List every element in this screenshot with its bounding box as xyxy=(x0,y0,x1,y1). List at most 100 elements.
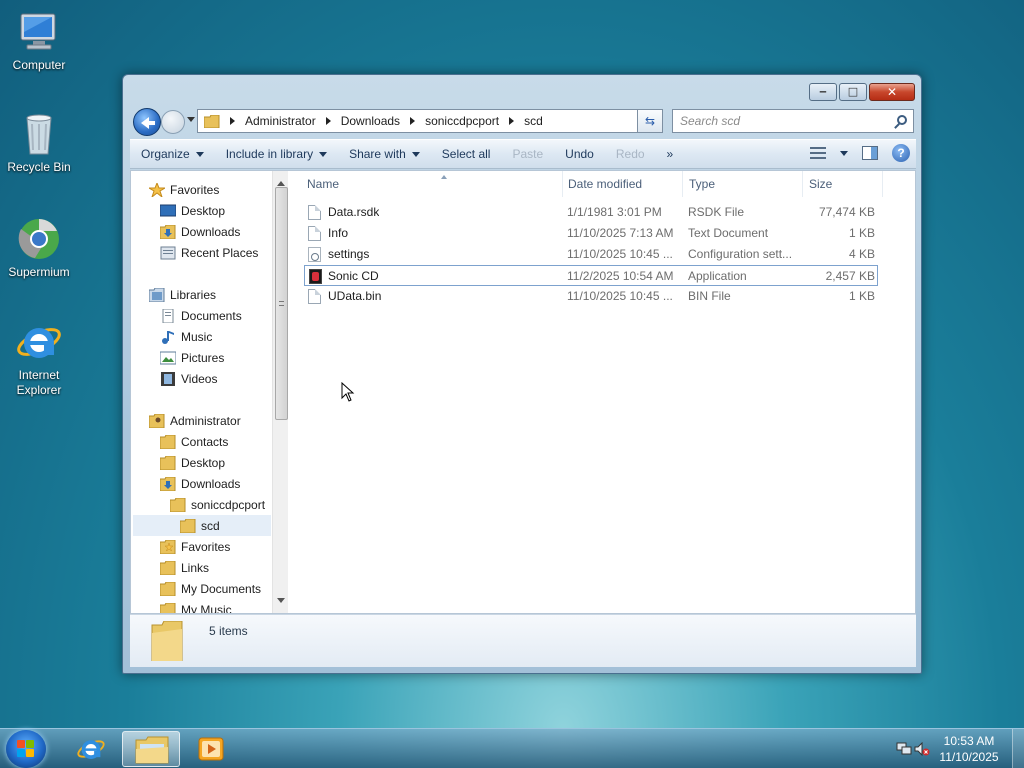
supermium-icon xyxy=(15,215,63,263)
computer-icon xyxy=(15,8,63,56)
forward-button[interactable] xyxy=(161,110,185,134)
nav-item-soniccdpcport[interactable]: soniccdpcport xyxy=(169,494,265,515)
breadcrumb-label[interactable]: Downloads xyxy=(341,114,400,128)
file-row[interactable]: Sonic CD 11/2/2025 10:54 AM Application … xyxy=(304,265,878,286)
nav-item-my-documents[interactable]: My Documents xyxy=(159,578,262,599)
refresh-button[interactable]: ⇆ xyxy=(637,109,663,133)
windows-logo-icon xyxy=(17,740,35,758)
nav-item-desktop[interactable]: Desktop xyxy=(159,200,225,221)
nav-item-videos[interactable]: Videos xyxy=(160,368,217,389)
column-header-name[interactable]: Name xyxy=(301,171,563,197)
nav-libraries[interactable]: Libraries xyxy=(148,284,216,305)
preview-pane-icon[interactable] xyxy=(862,146,878,160)
breadcrumb-administrator[interactable]: Administrator xyxy=(226,114,316,128)
file-size: 1 KB xyxy=(848,289,875,303)
close-button[interactable]: ✕ xyxy=(869,83,915,101)
nav-item-scd[interactable]: scd xyxy=(133,515,271,536)
breadcrumb-separator-icon[interactable] xyxy=(325,117,335,125)
column-header-date-modified[interactable]: Date modified xyxy=(562,171,683,197)
breadcrumb-scd[interactable]: scd xyxy=(499,114,543,128)
breadcrumb-soniccdpcport[interactable]: soniccdpcport xyxy=(400,114,499,128)
recent-pages-dropdown[interactable] xyxy=(187,117,195,126)
navigation-pane: Favorites Desktop Downloads Recent Place… xyxy=(131,171,288,613)
nav-item-pictures[interactable]: Pictures xyxy=(159,347,224,368)
file-icon xyxy=(308,289,321,304)
share-with-button[interactable]: Share with xyxy=(338,147,431,161)
column-header-type[interactable]: Type xyxy=(683,171,803,197)
documents-icon xyxy=(160,308,176,323)
clock[interactable]: 10:53 AM 11/10/2025 xyxy=(934,733,1004,765)
breadcrumb-label[interactable]: soniccdpcport xyxy=(425,114,499,128)
taskbar-file-explorer[interactable] xyxy=(122,731,180,767)
back-button[interactable] xyxy=(133,108,161,136)
nav-item-label: My Documents xyxy=(181,581,262,596)
folder-icon xyxy=(159,602,176,613)
content-area: Favorites Desktop Downloads Recent Place… xyxy=(130,170,916,614)
taskbar-internet-explorer[interactable] xyxy=(62,731,120,767)
search-input[interactable]: Search scd xyxy=(672,109,914,133)
column-header-label: Name xyxy=(307,177,340,191)
search-icon[interactable] xyxy=(897,115,907,125)
file-row[interactable]: Data.rsdk 1/1/1981 3:01 PM RSDK File 77,… xyxy=(304,202,878,223)
nav-pane-scrollbar[interactable] xyxy=(272,171,288,613)
more-commands-button[interactable]: » xyxy=(656,147,685,161)
nav-item-downloads[interactable]: Downloads xyxy=(159,221,240,242)
desktop-icon-computer[interactable]: Computer xyxy=(0,8,78,73)
file-list: Name Date modified Type Size Data.rsdk 1… xyxy=(289,171,915,613)
show-desktop-button[interactable] xyxy=(1012,729,1024,768)
navigation-bar: Administrator Downloads soniccdpcport sc… xyxy=(131,107,914,136)
file-row[interactable]: Info 11/10/2025 7:13 AM Text Document 1 … xyxy=(304,223,878,244)
file-row[interactable]: UData.bin 11/10/2025 10:45 ... BIN File … xyxy=(304,286,878,307)
nav-item-user-downloads[interactable]: Downloads xyxy=(159,473,240,494)
desktop-icon-internet-explorer[interactable]: Internet Explorer xyxy=(0,318,78,398)
file-row[interactable]: settings 11/10/2025 10:45 ... Configurat… xyxy=(304,244,878,265)
folder-icon xyxy=(204,114,220,128)
start-button[interactable] xyxy=(6,730,46,768)
paste-button[interactable]: Paste xyxy=(501,147,554,161)
nav-item-recent-places[interactable]: Recent Places xyxy=(160,242,258,263)
scroll-down-icon[interactable] xyxy=(277,598,285,607)
breadcrumb-label[interactable]: scd xyxy=(524,114,543,128)
file-explorer-icon xyxy=(135,736,169,764)
select-all-button[interactable]: Select all xyxy=(431,147,502,161)
change-view-icon[interactable] xyxy=(810,147,826,159)
desktop-icon-supermium[interactable]: Supermium xyxy=(0,215,78,280)
nav-item-music[interactable]: Music xyxy=(160,326,212,347)
include-in-library-label: Include in library xyxy=(225,147,314,161)
breadcrumb-separator-icon[interactable] xyxy=(509,117,518,125)
nav-item-contacts[interactable]: Contacts xyxy=(159,431,228,452)
help-icon[interactable]: ? xyxy=(892,144,910,162)
mouse-cursor-icon xyxy=(341,382,355,402)
nav-item-user-desktop[interactable]: Desktop xyxy=(159,452,225,473)
maximize-icon: □ xyxy=(847,85,859,98)
view-options-button[interactable] xyxy=(840,147,848,160)
volume-muted-icon[interactable] xyxy=(914,742,930,756)
address-bar[interactable]: Administrator Downloads soniccdpcport sc… xyxy=(197,109,659,133)
desktop-icon-label: Supermium xyxy=(8,265,70,279)
organize-button[interactable]: Organize xyxy=(130,147,215,161)
minimize-button[interactable]: ‒ xyxy=(809,83,837,101)
nav-item-my-music[interactable]: My Music xyxy=(159,599,232,613)
nav-administrator[interactable]: Administrator xyxy=(148,410,241,431)
breadcrumb-separator-icon[interactable] xyxy=(410,117,419,125)
column-header-size[interactable]: Size xyxy=(803,171,883,197)
taskbar-media-player[interactable] xyxy=(182,731,240,767)
breadcrumb-downloads[interactable]: Downloads xyxy=(316,114,400,128)
nav-item-links[interactable]: Links xyxy=(159,557,209,578)
nav-item-user-favorites[interactable]: Favorites xyxy=(159,536,230,557)
scroll-up-icon[interactable] xyxy=(277,177,285,186)
explorer-window: ‒ □ ✕ Administrator Downloads soniccdpcp… xyxy=(122,74,922,674)
column-header-label: Type xyxy=(689,177,716,191)
scrollbar-thumb[interactable] xyxy=(275,187,288,420)
file-date: 11/10/2025 7:13 AM xyxy=(567,226,674,240)
nav-item-documents[interactable]: Documents xyxy=(160,305,242,326)
include-in-library-button[interactable]: Include in library xyxy=(215,147,338,161)
breadcrumb-separator-icon[interactable] xyxy=(230,117,239,125)
maximize-button[interactable]: □ xyxy=(839,83,867,101)
network-icon[interactable] xyxy=(896,742,912,756)
undo-button[interactable]: Undo xyxy=(554,147,605,161)
breadcrumb-label[interactable]: Administrator xyxy=(245,114,316,128)
redo-button[interactable]: Redo xyxy=(605,147,656,161)
desktop-icon-recycle-bin[interactable]: Recycle Bin xyxy=(0,110,78,175)
nav-favorites[interactable]: Favorites xyxy=(147,179,219,200)
